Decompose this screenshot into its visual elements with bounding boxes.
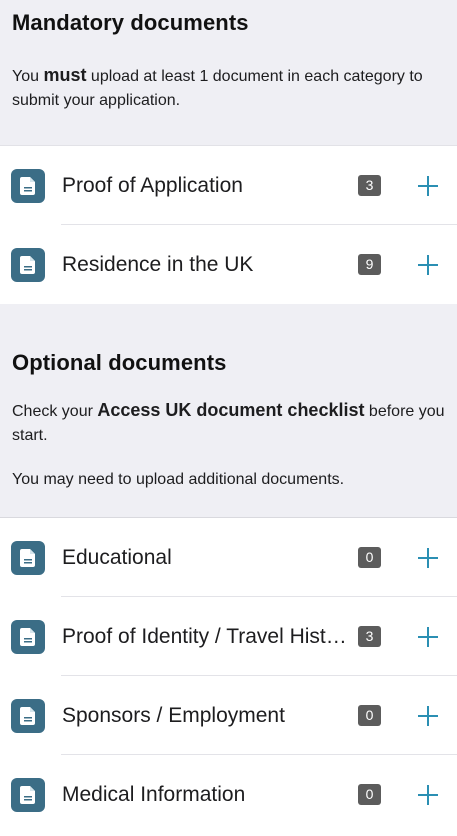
document-icon xyxy=(11,540,45,575)
list-item-residence-in-the-uk[interactable]: Residence in the UK 9 xyxy=(0,225,457,304)
list-item-educational[interactable]: Educational 0 xyxy=(0,518,457,597)
list-item-label: Educational xyxy=(62,545,172,569)
document-icon xyxy=(11,619,45,654)
list-item-label: Medical Information xyxy=(62,782,246,806)
plus-icon[interactable] xyxy=(416,625,440,649)
optional-section-checklist-text: Check your Access UK document checklist … xyxy=(12,398,445,448)
document-icon xyxy=(11,247,45,282)
optional-section-header: Optional documents Check your Access UK … xyxy=(0,304,457,518)
plus-icon[interactable] xyxy=(416,546,440,570)
mandatory-document-list: Proof of Application 3 Residence in the … xyxy=(0,146,457,304)
list-item-label: Proof of Identity / Travel History xyxy=(62,624,348,648)
mandatory-section-title: Mandatory documents xyxy=(12,10,249,35)
mandatory-text-before: You xyxy=(12,68,44,85)
mandatory-section-instructions: You must upload at least 1 document in e… xyxy=(12,63,445,113)
list-item-proof-of-identity-travel-history[interactable]: Proof of Identity / Travel History 3 xyxy=(0,597,457,676)
plus-icon[interactable] xyxy=(416,783,440,807)
mandatory-section-header: Mandatory documents You must upload at l… xyxy=(0,0,457,146)
document-count-badge: 9 xyxy=(358,254,381,275)
list-item-label: Proof of Application xyxy=(62,173,243,197)
optional-text-before: Check your xyxy=(12,403,98,420)
document-icon xyxy=(11,698,45,733)
plus-icon[interactable] xyxy=(416,704,440,728)
list-item-proof-of-application[interactable]: Proof of Application 3 xyxy=(0,146,457,225)
optional-document-list: Educational 0 Proof of Identity / Travel… xyxy=(0,518,457,836)
document-count-badge: 0 xyxy=(358,784,381,805)
document-count-badge: 3 xyxy=(358,175,381,196)
document-count-badge: 0 xyxy=(358,547,381,568)
list-item-sponsors-employment[interactable]: Sponsors / Employment 0 xyxy=(0,676,457,755)
plus-icon[interactable] xyxy=(416,174,440,198)
plus-icon[interactable] xyxy=(416,253,440,277)
optional-section-title: Optional documents xyxy=(12,350,227,375)
document-count-badge: 3 xyxy=(358,626,381,647)
documents-screen: Mandatory documents You must upload at l… xyxy=(0,0,457,836)
list-item-medical-information[interactable]: Medical Information 0 xyxy=(0,755,457,834)
optional-section-additional-text: You may need to upload additional docume… xyxy=(12,471,345,488)
list-item-label: Residence in the UK xyxy=(62,252,254,276)
mandatory-text-bold: must xyxy=(43,65,87,85)
document-count-badge: 0 xyxy=(358,705,381,726)
list-item-label: Sponsors / Employment xyxy=(62,703,285,727)
document-icon xyxy=(11,168,45,203)
document-icon xyxy=(11,777,45,812)
access-uk-checklist-text: Access UK document checklist xyxy=(97,400,365,420)
